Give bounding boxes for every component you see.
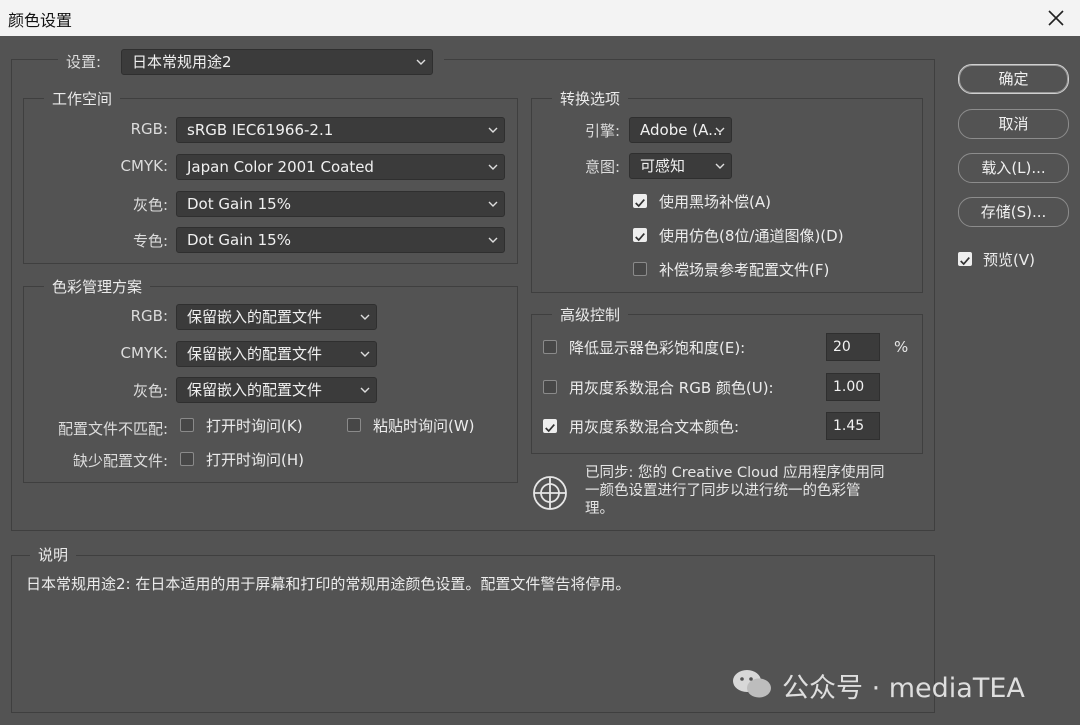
mismatch-open-label: 打开时询问(K) (206, 417, 303, 435)
preview-checkbox[interactable] (958, 252, 972, 266)
checkmark-icon (635, 199, 645, 208)
desaturate-input[interactable]: 20 (826, 333, 880, 361)
workspace-cmyk-value: Japan Color 2001 Coated (187, 158, 374, 176)
desaturate-checkbox[interactable] (543, 340, 557, 354)
mismatch-paste-checkbox[interactable] (347, 418, 361, 432)
dither-label: 使用仿色(8位/通道图像)(D) (659, 227, 844, 245)
policy-cmyk-dropdown[interactable]: 保留嵌入的配置文件 (176, 341, 377, 367)
load-button[interactable]: 载入(L)... (958, 153, 1069, 183)
workspace-rgb-dropdown[interactable]: sRGB IEC61966-2.1 (176, 117, 505, 143)
chevron-down-icon (715, 127, 725, 133)
settings-label: 设置: (66, 53, 102, 71)
missing-open-label: 打开时询问(H) (206, 451, 304, 469)
sync-line-3: 理。 (585, 501, 614, 517)
chevron-down-icon (416, 59, 426, 65)
chevron-down-icon (488, 164, 498, 170)
workspace-gray-label: 灰色: (132, 196, 168, 214)
engine-value: Adobe (A... (640, 121, 723, 139)
sync-message: 已同步: 您的 Creative Cloud 应用程序使用同 一颜色设置进行了同… (585, 464, 925, 518)
sync-line-2: 一颜色设置进行了同步以进行统一的色彩管 (585, 483, 861, 499)
workspace-spot-value: Dot Gain 15% (187, 231, 291, 249)
blend-rgb-input[interactable]: 1.00 (826, 373, 880, 401)
dither-checkbox[interactable] (633, 228, 647, 242)
intent-value: 可感知 (640, 157, 686, 175)
workspace-rgb-label: RGB: (130, 120, 168, 138)
chevron-down-icon (488, 237, 498, 243)
chevron-down-icon (360, 351, 370, 357)
policy-rgb-label: RGB: (130, 307, 168, 325)
black-point-checkbox[interactable] (633, 194, 647, 208)
description-title: 说明 (30, 544, 77, 565)
description-text: 日本常规用途2: 在日本适用的用于屏幕和打印的常规用途颜色设置。配置文件警告将停… (26, 575, 631, 593)
advanced-title: 高级控制 (552, 304, 629, 325)
watermark: 公众号 · mediaTEA (730, 660, 1070, 708)
compensate-checkbox[interactable] (633, 262, 647, 276)
blend-text-checkbox[interactable] (543, 419, 557, 433)
workspace-rgb-value: sRGB IEC61966-2.1 (187, 121, 334, 139)
window-title: 颜色设置 (8, 11, 73, 30)
mismatch-open-checkbox[interactable] (180, 418, 194, 432)
policy-gray-value: 保留嵌入的配置文件 (187, 381, 323, 399)
workspace-spot-label: 专色: (132, 232, 168, 250)
policy-cmyk-label: CMYK: (120, 344, 168, 362)
preview-label: 预览(V) (983, 251, 1035, 269)
desaturate-label: 降低显示器色彩饱和度(E): (569, 339, 746, 357)
sync-line-1: 已同步: 您的 Creative Cloud 应用程序使用同 (585, 465, 885, 481)
save-button[interactable]: 存储(S)... (958, 197, 1069, 227)
blend-text-label: 用灰度系数混合文本颜色: (569, 418, 740, 436)
engine-dropdown[interactable]: Adobe (A... (629, 117, 732, 143)
workspace-gray-dropdown[interactable]: Dot Gain 15% (176, 191, 505, 217)
settings-value: 日本常规用途2 (132, 53, 232, 71)
blend-rgb-label: 用灰度系数混合 RGB 颜色(U): (569, 379, 774, 397)
wechat-icon (733, 670, 771, 698)
policy-gray-dropdown[interactable]: 保留嵌入的配置文件 (176, 377, 377, 403)
sync-target-icon (533, 476, 567, 510)
workspace-spot-dropdown[interactable]: Dot Gain 15% (176, 227, 505, 253)
compensate-label: 补偿场景参考配置文件(F) (659, 261, 830, 279)
mismatch-paste-label: 粘贴时询问(W) (373, 417, 475, 435)
title-bar: 颜色设置 (0, 0, 1080, 36)
cancel-button[interactable]: 取消 (958, 109, 1069, 139)
close-icon[interactable] (1042, 4, 1070, 32)
chevron-down-icon (360, 314, 370, 320)
chevron-down-icon (360, 387, 370, 393)
policies-title: 色彩管理方案 (44, 276, 151, 297)
intent-dropdown[interactable]: 可感知 (629, 153, 732, 179)
intent-label: 意图: (584, 158, 620, 176)
workspace-cmyk-dropdown[interactable]: Japan Color 2001 Coated (176, 154, 505, 180)
chevron-down-icon (488, 201, 498, 207)
policy-rgb-dropdown[interactable]: 保留嵌入的配置文件 (176, 304, 377, 330)
watermark-text: 公众号 · mediaTEA (782, 673, 1025, 704)
workspace-gray-value: Dot Gain 15% (187, 195, 291, 213)
policy-gray-label: 灰色: (132, 382, 168, 400)
checkmark-icon (545, 424, 555, 433)
checkmark-icon (960, 257, 970, 266)
workspace-title: 工作空间 (44, 88, 121, 109)
engine-label: 引擎: (584, 122, 620, 140)
policy-rgb-value: 保留嵌入的配置文件 (187, 308, 323, 326)
mismatch-label: 配置文件不匹配: (57, 420, 168, 438)
policy-cmyk-value: 保留嵌入的配置文件 (187, 345, 323, 363)
desaturate-unit: % (894, 338, 909, 356)
missing-open-checkbox[interactable] (180, 452, 194, 466)
black-point-label: 使用黑场补偿(A) (659, 193, 771, 211)
chevron-down-icon (488, 127, 498, 133)
conversion-title: 转换选项 (552, 88, 629, 109)
settings-dropdown[interactable]: 日本常规用途2 (121, 49, 433, 75)
blend-text-input[interactable]: 1.45 (826, 412, 880, 440)
ok-button[interactable]: 确定 (958, 64, 1069, 94)
chevron-down-icon (715, 163, 725, 169)
missing-label: 缺少配置文件: (72, 452, 168, 470)
workspace-cmyk-label: CMYK: (120, 157, 168, 175)
checkmark-icon (635, 233, 645, 242)
blend-rgb-checkbox[interactable] (543, 380, 557, 394)
